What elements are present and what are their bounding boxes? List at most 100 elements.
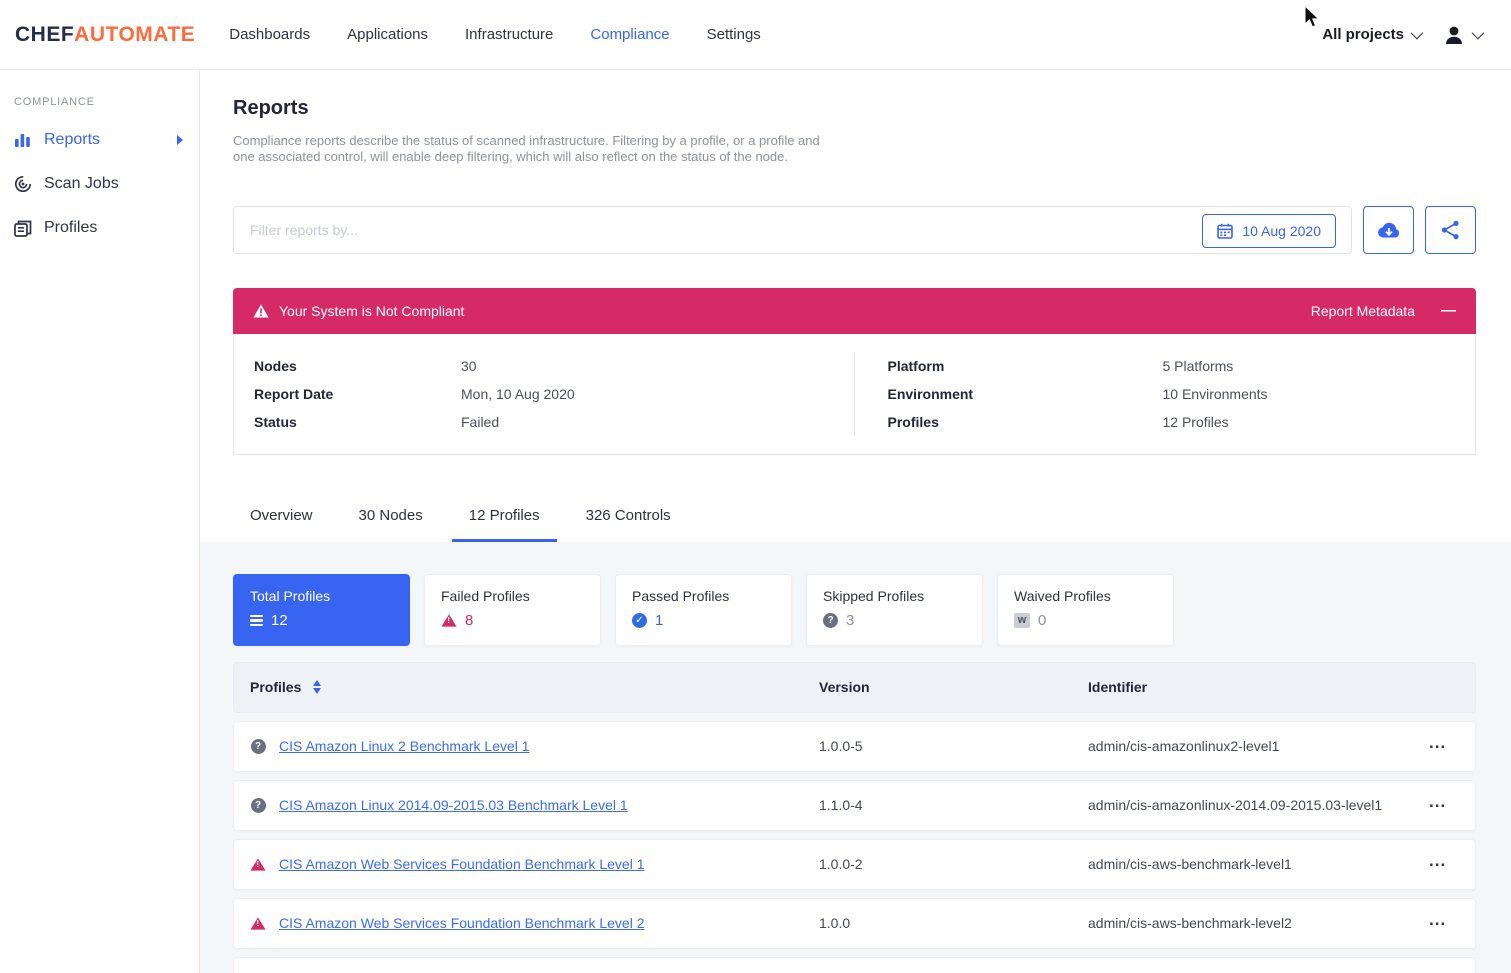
metadata-value: 12 Profiles [1163, 414, 1229, 430]
card-waived-profiles[interactable]: Waived Profiles w 0 [997, 574, 1174, 646]
sidebar-item-profiles[interactable]: Profiles [0, 206, 199, 250]
table-row: ? CIS Amazon Linux 2 Benchmark Level 1 1… [233, 721, 1476, 772]
table-row: CIS Amazon Web Services Foundation Bench… [233, 839, 1476, 890]
metadata-row-platform: Platform 5 Platforms [888, 352, 1456, 380]
card-label: Total Profiles [250, 588, 393, 604]
logo-automate-text: AUTOMATE [74, 23, 195, 46]
profile-link[interactable]: CIS Amazon Web Services Foundation Bench… [279, 856, 644, 872]
profiles-section: Total Profiles 12 Failed Profiles 8 Pass… [200, 542, 1511, 973]
row-menu-button[interactable]: ... [1429, 851, 1454, 877]
profile-identifier: admin/cis-aws-benchmark-level1 [1088, 856, 1429, 872]
metadata-label: Profiles [888, 414, 1163, 430]
card-label: Waived Profiles [1014, 588, 1157, 604]
table-row: ? CIS Amazon Linux 2014.09-2015.03 Bench… [233, 780, 1476, 831]
metadata-label: Environment [888, 386, 1163, 402]
card-value: 3 [846, 612, 854, 629]
profile-link[interactable]: CIS Amazon Linux 2 Benchmark Level 1 [279, 738, 530, 754]
submenu-arrow-icon[interactable] [177, 135, 183, 145]
metadata-value: 10 Environments [1163, 386, 1268, 402]
page-title: Reports [233, 97, 1476, 120]
metadata-left-column: Nodes 30 Report Date Mon, 10 Aug 2020 St… [234, 352, 855, 436]
projects-dropdown[interactable]: All projects [1322, 26, 1420, 43]
tab-nodes[interactable]: 30 Nodes [342, 499, 440, 542]
card-failed-profiles[interactable]: Failed Profiles 8 [424, 574, 601, 646]
bar-chart-icon [14, 132, 32, 148]
row-menu-button[interactable]: ... [1429, 733, 1454, 759]
nav-item-dashboards[interactable]: Dashboards [229, 26, 310, 43]
tab-profiles[interactable]: 12 Profiles [452, 499, 557, 542]
share-report-button[interactable] [1425, 206, 1476, 254]
card-passed-profiles[interactable]: Passed Profiles ✓ 1 [615, 574, 792, 646]
sort-profiles-control[interactable] [313, 680, 321, 694]
tab-controls[interactable]: 326 Controls [569, 499, 688, 542]
metadata-row-report-date: Report Date Mon, 10 Aug 2020 [254, 380, 834, 408]
download-report-button[interactable] [1363, 206, 1414, 254]
profile-identifier: admin/cis-amazonlinux2-level1 [1088, 738, 1429, 754]
warning-triangle-icon [253, 304, 269, 318]
card-total-profiles[interactable]: Total Profiles 12 [233, 574, 410, 646]
nav-item-infrastructure[interactable]: Infrastructure [465, 26, 553, 43]
report-metadata-panel: Nodes 30 Report Date Mon, 10 Aug 2020 St… [233, 334, 1476, 455]
metadata-label: Report Date [254, 386, 461, 402]
report-date-button[interactable]: 10 Aug 2020 [1202, 214, 1336, 248]
card-value: 8 [465, 612, 473, 629]
metadata-value: 5 Platforms [1163, 358, 1234, 374]
check-circle-icon: ✓ [632, 613, 647, 628]
sort-asc-icon [313, 680, 321, 686]
nav-right-controls: All projects [1322, 23, 1481, 47]
profiles-table: Profiles Version Identifier ? CIS Amazon… [233, 662, 1476, 973]
profile-identifier: admin/cis-aws-benchmark-level2 [1088, 915, 1429, 931]
cloud-download-icon [1377, 221, 1401, 239]
metadata-label: Platform [888, 358, 1163, 374]
nav-links: Dashboards Applications Infrastructure C… [229, 26, 1322, 43]
row-menu-button[interactable]: ... [1429, 792, 1454, 818]
metadata-label: Nodes [254, 358, 461, 374]
table-row: CIS Azure Foundations Benchmark (Beta) 1… [233, 957, 1476, 973]
filter-reports-input[interactable] [234, 222, 1351, 238]
nav-item-applications[interactable]: Applications [347, 26, 428, 43]
metadata-value: 30 [461, 358, 477, 374]
sidebar-item-label: Profiles [44, 219, 97, 237]
column-header-version: Version [819, 679, 1088, 695]
warning-triangle-icon [250, 858, 265, 870]
row-menu-button[interactable]: ... [1429, 910, 1454, 936]
filter-row: 10 Aug 2020 [233, 206, 1476, 254]
sidebar-item-label: Reports [44, 131, 100, 149]
filter-box: 10 Aug 2020 [233, 206, 1352, 254]
profile-version: 1.0.0-2 [819, 856, 1088, 872]
chef-automate-logo[interactable]: CHEFAUTOMATE [15, 23, 195, 47]
profile-version: 1.0.0 [819, 915, 1088, 931]
collapse-metadata-icon[interactable]: — [1441, 302, 1456, 319]
card-value: 12 [271, 612, 288, 629]
user-menu[interactable] [1442, 23, 1481, 47]
top-navigation: CHEFAUTOMATE Dashboards Applications Inf… [0, 0, 1511, 70]
nav-item-settings[interactable]: Settings [707, 26, 761, 43]
profile-version: 1.1.0-4 [819, 797, 1088, 813]
metadata-row-environment: Environment 10 Environments [888, 380, 1456, 408]
sidebar-item-reports[interactable]: Reports [0, 118, 199, 162]
report-date-label: 10 Aug 2020 [1242, 223, 1321, 239]
share-icon [1441, 220, 1460, 240]
profile-version: 1.0.0-5 [819, 738, 1088, 754]
row-menu-button[interactable]: ... [1429, 969, 1454, 973]
sidebar-item-scan-jobs[interactable]: Scan Jobs [0, 162, 199, 206]
page-description: Compliance reports describe the status o… [233, 133, 845, 166]
card-skipped-profiles[interactable]: Skipped Profiles ? 3 [806, 574, 983, 646]
warning-triangle-icon [441, 614, 456, 626]
metadata-label: Status [254, 414, 461, 430]
profile-identifier: admin/cis-amazonlinux-2014.09-2015.03-le… [1088, 797, 1429, 813]
logo-chef-text: CHEF [15, 23, 74, 46]
tab-overview[interactable]: Overview [233, 499, 330, 542]
question-circle-icon: ? [251, 739, 266, 754]
profile-link[interactable]: CIS Amazon Web Services Foundation Bench… [279, 915, 644, 931]
metadata-row-nodes: Nodes 30 [254, 352, 834, 380]
report-metadata-toggle[interactable]: Report Metadata [1311, 303, 1415, 319]
card-label: Passed Profiles [632, 588, 775, 604]
compliance-sidebar: COMPLIANCE Reports Scan Jobs [0, 70, 200, 973]
profiles-table-header: Profiles Version Identifier [233, 662, 1476, 713]
metadata-row-profiles: Profiles 12 Profiles [888, 408, 1456, 436]
nav-item-compliance[interactable]: Compliance [590, 26, 669, 43]
profile-link[interactable]: CIS Amazon Linux 2014.09-2015.03 Benchma… [279, 797, 628, 813]
sidebar-section-label: COMPLIANCE [0, 96, 199, 108]
card-label: Failed Profiles [441, 588, 584, 604]
